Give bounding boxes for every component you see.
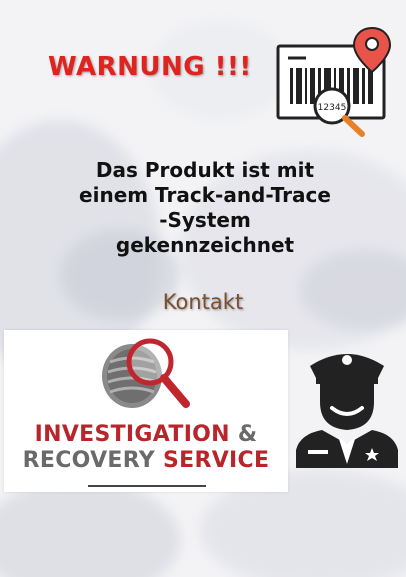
message-line: Das Produkt ist mit — [95, 158, 315, 182]
police-officer-icon — [296, 354, 398, 468]
logo-word-service: SERVICE — [163, 448, 270, 473]
logo-divider — [88, 485, 206, 487]
barcode-number: 12345 — [318, 103, 347, 113]
message-line: gekennzeichnet — [115, 233, 295, 257]
logo-panel: INVESTIGATION & RECOVERY SERVICE — [4, 330, 288, 492]
tire-magnifier-icon — [102, 338, 190, 408]
product-message: Das Produkt ist mit einem Track-and-Trac… — [30, 158, 380, 258]
logo-line-1: INVESTIGATION & — [4, 422, 288, 447]
barcode-location-icon: 12345 — [276, 26, 392, 137]
warning-heading: WARNUNG !!! — [48, 52, 252, 82]
logo-word-investigation: INVESTIGATION — [34, 422, 230, 447]
logo-word-recovery: RECOVERY — [22, 448, 156, 473]
message-line: einem Track-and-Trace — [79, 183, 331, 207]
logo-ampersand: & — [237, 422, 258, 447]
contact-link[interactable]: Kontakt — [0, 290, 406, 314]
logo-line-2: RECOVERY SERVICE — [4, 448, 288, 473]
message-line: -System — [159, 208, 251, 232]
